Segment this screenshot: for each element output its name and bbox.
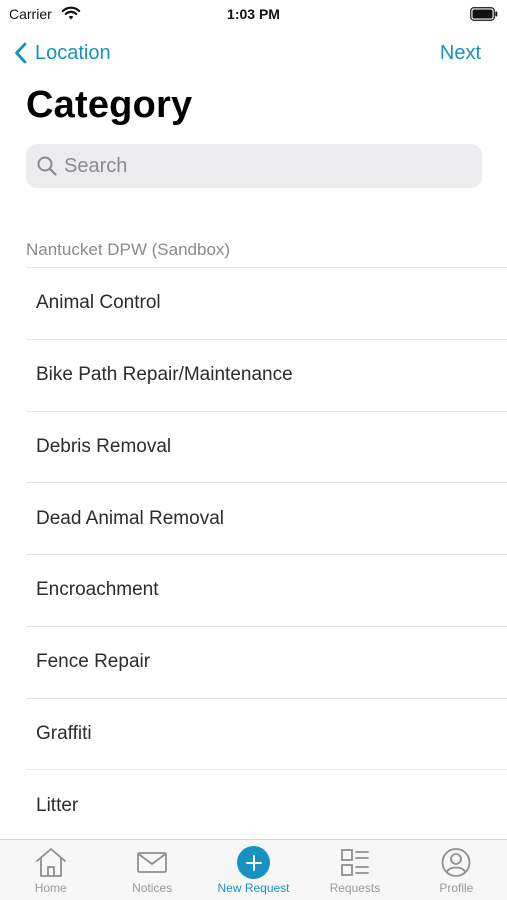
tab-new-request[interactable]: New Request (203, 840, 304, 900)
navigation-bar: Location Next (0, 34, 507, 74)
list-icon (341, 849, 369, 876)
tab-home-label: Home (34, 881, 67, 895)
search-bar[interactable] (26, 144, 482, 188)
tab-profile[interactable]: Profile (406, 840, 507, 900)
tab-notices[interactable]: Notices (101, 840, 202, 900)
plus-circle-icon (237, 846, 271, 879)
tab-bar: Home Notices New Request Requests Profil… (0, 839, 507, 900)
search-icon (37, 156, 57, 176)
status-time: 1:03 PM (227, 6, 280, 22)
page-title: Category (26, 84, 193, 126)
tab-new-request-label: New Request (217, 881, 290, 895)
list-item[interactable]: Graffiti (26, 699, 507, 771)
tab-notices-label: Notices (132, 881, 173, 895)
status-bar: Carrier 1:03 PM (0, 0, 507, 28)
battery-icon (470, 7, 498, 21)
category-list: Animal Control Bike Path Repair/Maintena… (26, 268, 507, 842)
next-button[interactable]: Next (440, 38, 481, 68)
mail-icon (137, 852, 168, 873)
list-item[interactable]: Animal Control (26, 268, 507, 340)
tab-requests[interactable]: Requests (304, 840, 405, 900)
home-icon (35, 848, 66, 877)
search-input[interactable] (64, 154, 464, 178)
tab-requests-label: Requests (329, 881, 381, 895)
back-button[interactable]: Location (14, 38, 111, 68)
back-button-label: Location (35, 41, 111, 64)
list-item[interactable]: Dead Animal Removal (26, 483, 507, 555)
list-item[interactable]: Bike Path Repair/Maintenance (26, 340, 507, 412)
chevron-left-icon (15, 42, 27, 64)
tab-profile-label: Profile (439, 881, 474, 895)
list-item[interactable]: Encroachment (26, 555, 507, 627)
list-item[interactable]: Fence Repair (26, 627, 507, 699)
tab-home[interactable]: Home (0, 840, 101, 900)
list-item[interactable]: Debris Removal (26, 412, 507, 484)
user-icon (441, 848, 471, 877)
section-header: Nantucket DPW (Sandbox) (26, 240, 231, 259)
list-item[interactable]: Litter (26, 770, 507, 842)
